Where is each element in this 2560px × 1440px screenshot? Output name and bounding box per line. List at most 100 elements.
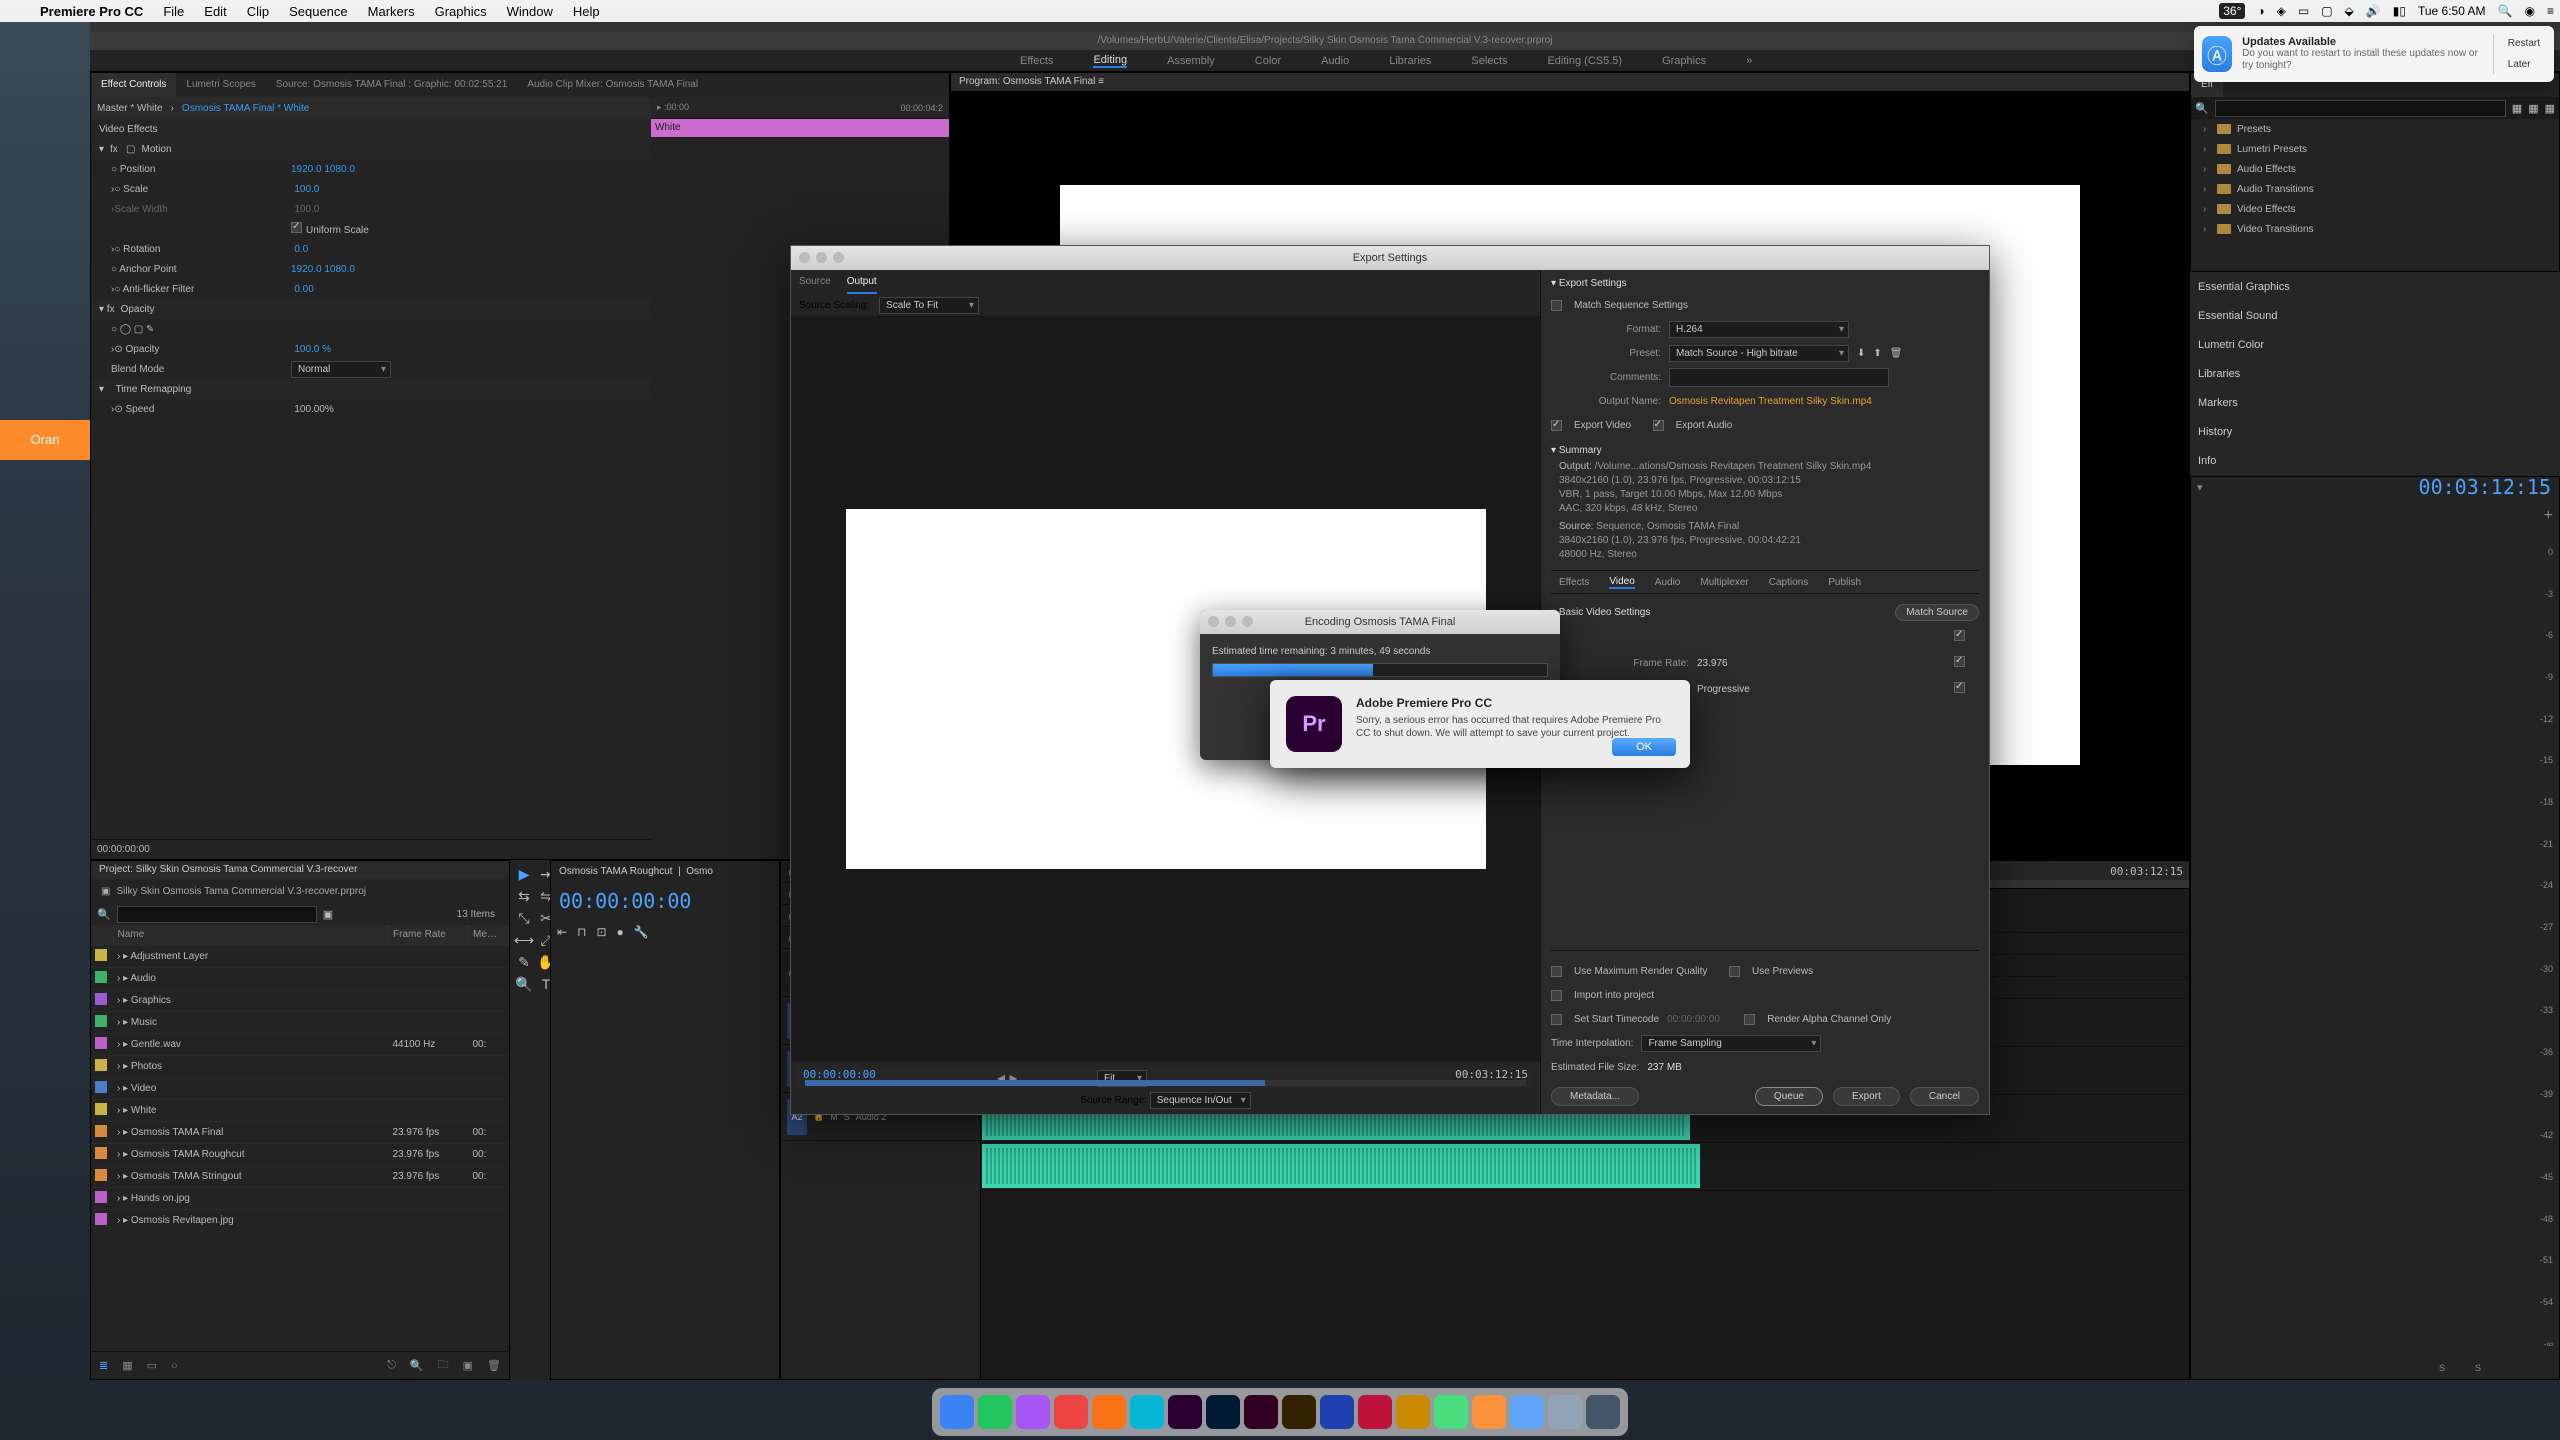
panel-libraries[interactable]: Libraries bbox=[2190, 360, 2560, 388]
dock-app-icon[interactable] bbox=[978, 1395, 1012, 1429]
solo-button[interactable]: S bbox=[2439, 1363, 2445, 1373]
source-scaling-dropdown[interactable]: Scale To Fit bbox=[879, 297, 979, 314]
workspace-graphics[interactable]: Graphics bbox=[1662, 55, 1706, 67]
export-button[interactable]: Export bbox=[1833, 1087, 1900, 1106]
project-item-row[interactable]: › ▸ Osmosis TAMA Stringout23.976 fps00: bbox=[91, 1165, 509, 1187]
queue-button[interactable]: Queue bbox=[1755, 1087, 1823, 1106]
new-bin-icon[interactable]: 🗀 bbox=[438, 1356, 449, 1375]
export-subtab-publish[interactable]: Publish bbox=[1828, 577, 1861, 588]
tab-effect-controls[interactable]: Effect Controls bbox=[91, 73, 176, 97]
project-item-row[interactable]: › ▸ Video bbox=[91, 1077, 509, 1099]
menu-edit[interactable]: Edit bbox=[194, 4, 236, 19]
menu-markers[interactable]: Markers bbox=[358, 4, 425, 19]
match-sequence-checkbox[interactable] bbox=[1551, 300, 1562, 311]
src-icon[interactable]: ● bbox=[617, 925, 624, 939]
menu-help[interactable]: Help bbox=[563, 4, 610, 19]
status-airplay-icon[interactable]: ▢ bbox=[2315, 4, 2338, 18]
tab-source[interactable]: Source: Osmosis TAMA Final : Graphic: 00… bbox=[266, 73, 517, 97]
dock-app-icon[interactable] bbox=[1206, 1395, 1240, 1429]
match-check[interactable] bbox=[1954, 656, 1965, 667]
dock-app-icon[interactable] bbox=[1168, 1395, 1202, 1429]
menu-graphics[interactable]: Graphics bbox=[425, 4, 497, 19]
workspace-assembly[interactable]: Assembly bbox=[1167, 55, 1215, 67]
menu-clip[interactable]: Clip bbox=[237, 4, 279, 19]
minimize-icon[interactable] bbox=[816, 252, 827, 263]
dock-app-icon[interactable] bbox=[1016, 1395, 1050, 1429]
use-previews-checkbox[interactable] bbox=[1729, 966, 1740, 977]
format-dropdown[interactable]: H.264 bbox=[1669, 321, 1849, 338]
workspace-effects[interactable]: Effects bbox=[1020, 55, 1053, 67]
workspace-selects[interactable]: Selects bbox=[1471, 55, 1507, 67]
export-subtab-audio[interactable]: Audio bbox=[1655, 577, 1681, 588]
status-dropbox-icon[interactable]: ◈ bbox=[2271, 4, 2292, 18]
project-item-row[interactable]: › ▸ Gentle.wav44100 Hz00: bbox=[91, 1033, 509, 1055]
notification-restart-button[interactable]: Restart bbox=[2502, 34, 2546, 53]
cancel-button[interactable]: Cancel bbox=[1910, 1087, 1979, 1106]
status-volume-icon[interactable]: 🔊 bbox=[2360, 4, 2387, 18]
project-item-row[interactable]: › ▸ Adjustment Layer bbox=[91, 945, 509, 967]
workspace-editing[interactable]: Editing bbox=[1093, 54, 1127, 68]
status-notifications-icon[interactable]: ≡ bbox=[2541, 4, 2560, 18]
import-preset-icon[interactable]: ⬆ bbox=[1873, 348, 1881, 359]
project-item-row[interactable]: › ▸ Audio bbox=[91, 967, 509, 989]
workspace-libraries[interactable]: Libraries bbox=[1389, 55, 1431, 67]
export-audio-checkbox[interactable] bbox=[1653, 420, 1664, 431]
export-subtab-captions[interactable]: Captions bbox=[1769, 577, 1808, 588]
status-spotlight-icon[interactable]: 🔍 bbox=[2492, 4, 2519, 18]
comments-input[interactable] bbox=[1669, 368, 1889, 387]
zoom-slider[interactable]: ○ bbox=[171, 1360, 178, 1372]
match-source-button[interactable]: Match Source bbox=[1895, 604, 1979, 621]
menu-sequence[interactable]: Sequence bbox=[279, 4, 358, 19]
export-subtab-video[interactable]: Video bbox=[1609, 576, 1634, 589]
render-alpha-checkbox[interactable] bbox=[1744, 1014, 1755, 1025]
dock-app-icon[interactable] bbox=[1054, 1395, 1088, 1429]
metadata-button[interactable]: Metadata... bbox=[1551, 1087, 1639, 1106]
dock-app-icon[interactable] bbox=[1548, 1395, 1582, 1429]
project-item-row[interactable]: › ▸ Music bbox=[91, 1011, 509, 1033]
slip-tool[interactable]: ⟷ bbox=[516, 932, 532, 948]
dock-app-icon[interactable] bbox=[1282, 1395, 1316, 1429]
dock-app-icon[interactable] bbox=[1130, 1395, 1164, 1429]
trash-icon[interactable]: 🗑 bbox=[487, 1359, 501, 1372]
blend-mode-dropdown[interactable]: Normal bbox=[291, 361, 391, 378]
project-filter-input[interactable] bbox=[117, 906, 317, 923]
set-start-tc-checkbox[interactable] bbox=[1551, 1014, 1562, 1025]
app-name[interactable]: Premiere Pro CC bbox=[30, 4, 153, 19]
notification-later-button[interactable]: Later bbox=[2502, 55, 2546, 74]
freeform-view-icon[interactable]: ▭ bbox=[147, 1359, 157, 1372]
panel-history[interactable]: History bbox=[2190, 418, 2560, 446]
panel-info[interactable]: Info bbox=[2190, 447, 2560, 475]
effects-folder[interactable]: ›Video Effects bbox=[2191, 199, 2559, 219]
new-item-icon[interactable]: ▣ bbox=[463, 1359, 473, 1372]
tab-audio-clip-mixer[interactable]: Audio Clip Mixer: Osmosis TAMA Final bbox=[517, 73, 708, 97]
match-check[interactable] bbox=[1954, 630, 1965, 641]
effects-filter-icon[interactable]: ▦ bbox=[2512, 102, 2522, 115]
workspace-audio[interactable]: Audio bbox=[1321, 55, 1349, 67]
time-interpolation-dropdown[interactable]: Frame Sampling bbox=[1641, 1035, 1821, 1052]
icon-view-icon[interactable]: ▦ bbox=[122, 1359, 132, 1372]
dock-app-icon[interactable] bbox=[940, 1395, 974, 1429]
project-filter-icon[interactable]: ▣ bbox=[323, 908, 333, 921]
dock-app-icon[interactable] bbox=[1396, 1395, 1430, 1429]
status-battery-icon[interactable]: ▮▯ bbox=[2387, 4, 2412, 18]
project-item-row[interactable]: › ▸ Osmosis TAMA Roughcut23.976 fps00: bbox=[91, 1143, 509, 1165]
status-siri-icon[interactable]: ◉ bbox=[2519, 4, 2541, 18]
preset-dropdown[interactable]: Match Source - High bitrate bbox=[1669, 345, 1849, 362]
project-item-row[interactable]: › ▸ Photos bbox=[91, 1055, 509, 1077]
dock-app-icon[interactable] bbox=[1358, 1395, 1392, 1429]
effects-search-input[interactable] bbox=[2215, 100, 2506, 117]
workspace-color[interactable]: Color bbox=[1255, 55, 1281, 67]
dock-app-icon[interactable] bbox=[1472, 1395, 1506, 1429]
effects-folder[interactable]: ›Video Transitions bbox=[2191, 219, 2559, 239]
dock-app-icon[interactable] bbox=[1244, 1395, 1278, 1429]
output-name-link[interactable]: Osmosis Revitapen Treatment Silky Skin.m… bbox=[1669, 396, 1872, 407]
find-icon[interactable]: 🔍 bbox=[410, 1359, 424, 1372]
export-tab-source[interactable]: Source bbox=[799, 270, 831, 294]
close-icon[interactable] bbox=[799, 252, 810, 263]
rate-stretch-tool[interactable]: ⤡ bbox=[516, 910, 532, 926]
pen-tool[interactable]: ✎ bbox=[516, 954, 532, 970]
status-clock[interactable]: Tue 6:50 AM bbox=[2412, 4, 2492, 18]
dock-app-icon[interactable] bbox=[1510, 1395, 1544, 1429]
delete-preset-icon[interactable]: 🗑 bbox=[1890, 348, 1903, 359]
list-view-icon[interactable]: ≣ bbox=[99, 1359, 108, 1372]
